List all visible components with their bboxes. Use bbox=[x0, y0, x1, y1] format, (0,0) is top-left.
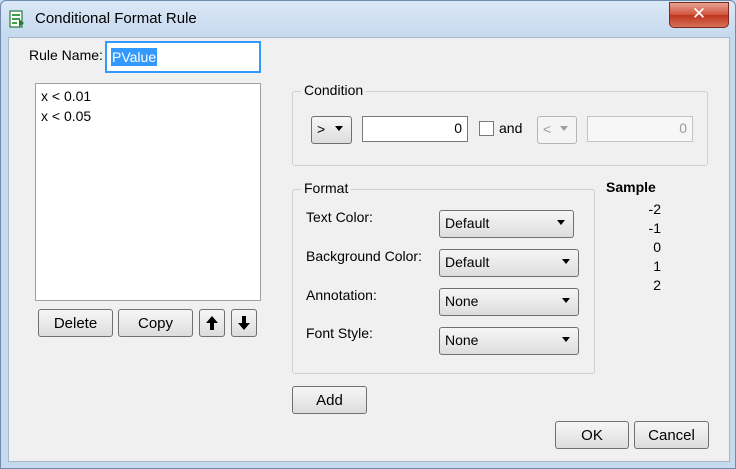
copy-button-label: Copy bbox=[137, 315, 174, 332]
rule-name-label: Rule Name: bbox=[29, 47, 103, 63]
font-style-value: None bbox=[445, 332, 479, 348]
arrow-up-icon bbox=[206, 316, 218, 330]
chevron-down-icon bbox=[557, 220, 565, 225]
condition-value2: 0 bbox=[679, 120, 687, 136]
dialog-window: Conditional Format Rule ✕ Rule Name: PVa… bbox=[0, 0, 736, 469]
title-bar[interactable]: Conditional Format Rule ✕ bbox=[1, 1, 735, 37]
cancel-button-label: Cancel bbox=[648, 427, 695, 444]
background-color-label: Background Color: bbox=[306, 248, 422, 264]
annotation-label: Annotation: bbox=[306, 287, 377, 303]
background-color-value: Default bbox=[445, 254, 490, 270]
cancel-button[interactable]: Cancel bbox=[634, 421, 709, 449]
rules-list[interactable]: x < 0.01 x < 0.05 bbox=[35, 83, 261, 301]
close-button[interactable]: ✕ bbox=[669, 2, 729, 28]
window-title: Conditional Format Rule bbox=[35, 10, 197, 27]
rule-name-input[interactable]: PValue bbox=[105, 41, 261, 73]
list-item[interactable]: x < 0.01 bbox=[41, 88, 91, 104]
dialog-body: Rule Name: PValue x < 0.01 x < 0.05 Dele… bbox=[8, 37, 730, 462]
font-style-dropdown[interactable]: None bbox=[439, 327, 579, 355]
and-checkbox[interactable] bbox=[479, 121, 494, 136]
text-color-value: Default bbox=[445, 215, 490, 231]
delete-button-label: Delete bbox=[53, 315, 98, 332]
text-color-dropdown[interactable]: Default bbox=[439, 210, 574, 238]
annotation-dropdown[interactable]: None bbox=[439, 288, 579, 316]
add-button-label: Add bbox=[316, 392, 343, 409]
condition-title: Condition bbox=[301, 82, 367, 98]
operator2-dropdown[interactable]: < bbox=[537, 116, 577, 144]
sample-value: -2 bbox=[648, 201, 661, 217]
chevron-down-icon bbox=[562, 298, 570, 303]
operator-value: > bbox=[317, 121, 326, 137]
chevron-down-icon bbox=[562, 259, 570, 264]
font-style-label: Font Style: bbox=[306, 325, 373, 341]
ok-button[interactable]: OK bbox=[555, 421, 629, 449]
list-item[interactable]: x < 0.05 bbox=[41, 108, 91, 124]
copy-button[interactable]: Copy bbox=[118, 309, 193, 337]
sample-value: 1 bbox=[653, 258, 661, 274]
condition-group: Condition > 0 and < 0 bbox=[292, 82, 708, 166]
arrow-down-icon bbox=[238, 316, 250, 330]
chevron-down-icon bbox=[560, 126, 568, 131]
sample-value: -1 bbox=[648, 220, 661, 236]
format-group: Format Text Color: Default Background Co… bbox=[292, 180, 595, 374]
app-icon bbox=[9, 10, 24, 28]
condition-value2-input[interactable]: 0 bbox=[587, 116, 693, 142]
close-icon: ✕ bbox=[691, 4, 707, 24]
operator-dropdown[interactable]: > bbox=[311, 116, 352, 144]
background-color-dropdown[interactable]: Default bbox=[439, 249, 579, 277]
ok-button-label: OK bbox=[581, 427, 603, 444]
delete-button[interactable]: Delete bbox=[38, 309, 113, 337]
sample-value: 2 bbox=[653, 277, 661, 293]
condition-value-input[interactable]: 0 bbox=[362, 116, 468, 142]
chevron-down-icon bbox=[562, 337, 570, 342]
add-button[interactable]: Add bbox=[292, 386, 367, 414]
format-title: Format bbox=[301, 180, 352, 196]
condition-value: 0 bbox=[454, 120, 462, 136]
and-label: and bbox=[499, 120, 523, 136]
sample-title: Sample bbox=[606, 179, 656, 195]
annotation-value: None bbox=[445, 293, 479, 309]
text-color-label: Text Color: bbox=[306, 209, 373, 225]
sample-values: -2 -1 0 1 2 bbox=[621, 200, 661, 295]
move-down-button[interactable] bbox=[231, 309, 257, 337]
move-up-button[interactable] bbox=[199, 309, 225, 337]
chevron-down-icon bbox=[335, 126, 343, 131]
rule-name-value: PValue bbox=[111, 48, 158, 66]
sample-value: 0 bbox=[653, 239, 661, 255]
operator2-value: < bbox=[543, 121, 552, 137]
